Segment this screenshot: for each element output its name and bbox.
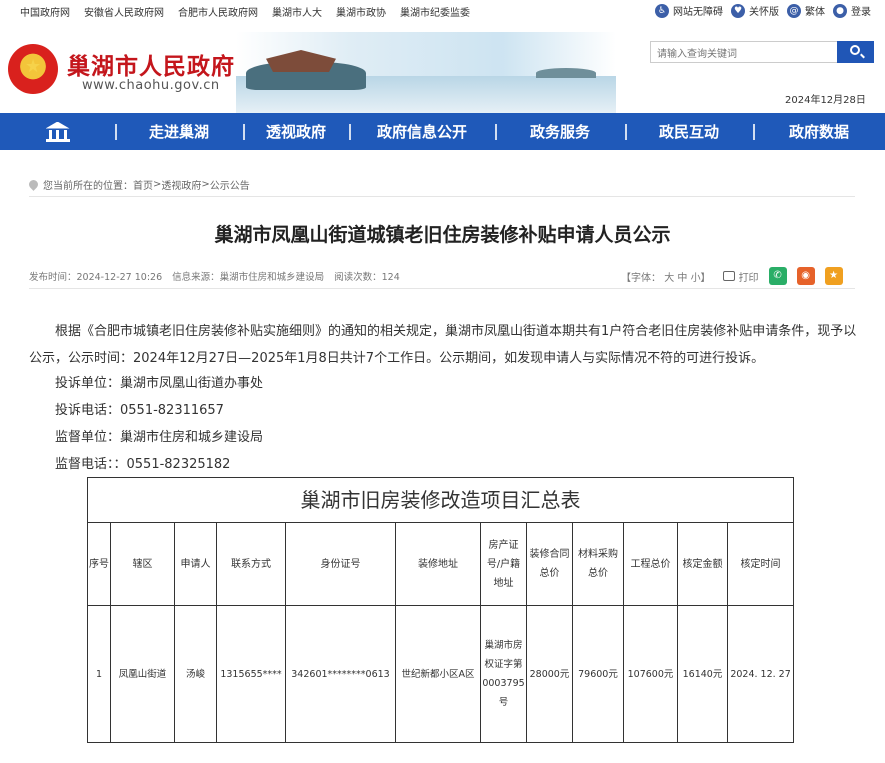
- table-cell: 2024. 12. 27: [726, 605, 795, 743]
- print-link[interactable]: 打印: [739, 269, 759, 284]
- top-link-gov-cn[interactable]: 中国政府网: [20, 4, 70, 19]
- wechat-share-icon[interactable]: ✆: [768, 267, 787, 285]
- national-emblem-icon: ★: [8, 44, 58, 94]
- breadcrumb-level1[interactable]: 透视政府: [161, 177, 201, 192]
- main-nav: 走进巢湖 透视政府 政府信息公开 政务服务 政民互动 政府数据: [0, 113, 885, 150]
- lake-scenery-image: [236, 32, 616, 113]
- article-body: 根据《合肥市城镇老旧住房装修补贴实施细则》的通知的相关规定，巢湖市凤凰山街道本期…: [29, 318, 859, 372]
- table-header: 房产证号/户籍地址: [480, 522, 527, 606]
- breadcrumb-separator: >: [201, 179, 210, 190]
- supervise-phone: 监督电话：：0551-82325182: [55, 457, 231, 472]
- top-tools: ♿ 网站无障碍 ♥ 关怀版 @ 繁体 ● 登录: [655, 3, 879, 18]
- complaint-unit: 投诉单位：巢湖市凤凰山街道办事处: [55, 376, 264, 391]
- top-bar: 中国政府网 安徽省人民政府网 合肥市人民政府网 巢湖市人大 巢湖市政协 巢湖市纪…: [0, 0, 885, 24]
- table-cell: 凤凰山街道: [110, 605, 175, 743]
- favorite-star-icon[interactable]: ★: [824, 267, 843, 285]
- table-cell: 1: [87, 605, 111, 743]
- breadcrumb-separator: >: [153, 179, 162, 190]
- supervise-unit: 监督单位：巢湖市住房和城乡建设局: [55, 430, 264, 445]
- breadcrumb-prefix: 您当前所在的位置：: [43, 181, 133, 192]
- top-link-anhui[interactable]: 安徽省人民政府网: [84, 4, 164, 19]
- table-row: 1 凤凰山街道 汤峻 1315655**** 342601********061…: [87, 605, 795, 743]
- nav-item-enter-chaohu[interactable]: 走进巢湖: [115, 113, 243, 150]
- care-icon[interactable]: ♥: [731, 3, 745, 18]
- search-button[interactable]: [837, 41, 874, 63]
- view-count: 阅读次数：124: [334, 272, 400, 283]
- search-box: [650, 41, 838, 65]
- nav-item-data[interactable]: 政府数据: [753, 113, 885, 150]
- font-size-medium[interactable]: 中: [677, 273, 687, 284]
- print-icon[interactable]: [722, 271, 735, 281]
- nav-item-info-disclosure[interactable]: 政府信息公开: [349, 113, 495, 150]
- breadcrumb-home[interactable]: 首页: [133, 177, 153, 192]
- info-source: 信息来源：巢湖市住房和城乡建设局: [172, 272, 325, 283]
- top-links: 中国政府网 安徽省人民政府网 合肥市人民政府网 巢湖市人大 巢湖市政协 巢湖市纪…: [20, 4, 484, 19]
- search-icon: [850, 45, 860, 55]
- table-header: 序号: [87, 522, 111, 606]
- table-cell: 16140元: [677, 605, 728, 743]
- font-size-large[interactable]: 大: [664, 273, 674, 284]
- breadcrumb-level2[interactable]: 公示公告: [210, 177, 250, 192]
- table-cell: 1315655****: [216, 605, 286, 743]
- table-header: 核定金额: [677, 522, 728, 606]
- table-header: 申请人: [174, 522, 217, 606]
- article-tools: 【字体： 大 中 小】 打印 ✆ ◉ ★: [621, 267, 843, 285]
- top-link-npc[interactable]: 巢湖市人大: [272, 4, 322, 19]
- top-link-discipline[interactable]: 巢湖市纪委监委: [400, 4, 470, 19]
- table-header-row: 序号 辖区 申请人 联系方式 身份证号 装修地址 房产证号/户籍地址 装修合同总…: [87, 522, 795, 606]
- table-cell: 107600元: [623, 605, 678, 743]
- home-icon: [45, 121, 70, 142]
- site-title[interactable]: 巢湖市人民政府: [67, 47, 235, 81]
- login-link[interactable]: 登录: [851, 3, 871, 18]
- table-cell: 28000元: [526, 605, 573, 743]
- nav-item-interaction[interactable]: 政民互动: [625, 113, 753, 150]
- current-date: 2024年12月28日: [785, 95, 866, 106]
- nav-item-government[interactable]: 透视政府: [243, 113, 349, 150]
- traditional-link[interactable]: 繁体: [805, 3, 825, 18]
- location-icon: [27, 178, 40, 191]
- table-caption: 巢湖市旧房装修改造项目汇总表: [86, 477, 795, 523]
- summary-table: 巢湖市旧房装修改造项目汇总表 序号 辖区 申请人 联系方式 身份证号 装修地址 …: [86, 477, 795, 743]
- traditional-icon[interactable]: @: [787, 3, 801, 18]
- user-icon[interactable]: ●: [833, 3, 847, 18]
- accessible-link[interactable]: 网站无障碍: [673, 3, 723, 18]
- table-cell: 汤峻: [174, 605, 217, 743]
- table-header: 装修地址: [395, 522, 481, 606]
- site-url: www.chaohu.gov.cn: [82, 78, 220, 93]
- publish-time: 发布时间：2024-12-27 10:26: [29, 272, 163, 283]
- top-link-hefei[interactable]: 合肥市人民政府网: [178, 4, 258, 19]
- article-paragraph: 根据《合肥市城镇老旧住房装修补贴实施细则》的通知的相关规定，巢湖市凤凰山街道本期…: [29, 324, 857, 366]
- table-cell: 世纪新都小区A区: [395, 605, 481, 743]
- search-input[interactable]: [651, 44, 837, 65]
- table-header: 身份证号: [285, 522, 396, 606]
- accessibility-icon[interactable]: ♿: [655, 3, 669, 18]
- breadcrumb: 您当前所在的位置： 首页 > 透视政府 > 公示公告: [27, 177, 250, 192]
- nav-item-services[interactable]: 政务服务: [495, 113, 625, 150]
- divider: [29, 196, 855, 197]
- table-header: 装修合同总价: [526, 522, 573, 606]
- table-cell: 79600元: [572, 605, 624, 743]
- site-header: ★ 巢湖市人民政府 www.chaohu.gov.cn 2024年12月28日: [0, 24, 885, 113]
- table-header: 材料采购总价: [572, 522, 624, 606]
- nav-home[interactable]: [0, 113, 115, 150]
- table-header: 工程总价: [623, 522, 678, 606]
- table-cell: 342601********0613: [285, 605, 396, 743]
- divider: [29, 288, 855, 289]
- top-link-cppcc[interactable]: 巢湖市政协: [336, 4, 386, 19]
- weibo-share-icon[interactable]: ◉: [796, 267, 815, 285]
- complaint-phone: 投诉电话：0551-82311657: [55, 403, 224, 418]
- table-header: 核定时间: [726, 522, 795, 606]
- article-meta: 发布时间：2024-12-27 10:26 信息来源：巢湖市住房和城乡建设局 阅…: [29, 269, 410, 283]
- care-link[interactable]: 关怀版: [749, 3, 779, 18]
- font-size-label: 【字体：: [621, 272, 661, 284]
- font-size-controls: 【字体： 大 中 小】: [621, 269, 711, 284]
- font-size-small[interactable]: 小】: [691, 273, 711, 284]
- table-header: 辖区: [110, 522, 175, 606]
- article-title: 巢湖市凤凰山街道城镇老旧住房装修补贴申请人员公示: [214, 224, 671, 246]
- table-header: 联系方式: [216, 522, 286, 606]
- table-cell: 巢湖市房权证字第0003795号: [480, 605, 527, 743]
